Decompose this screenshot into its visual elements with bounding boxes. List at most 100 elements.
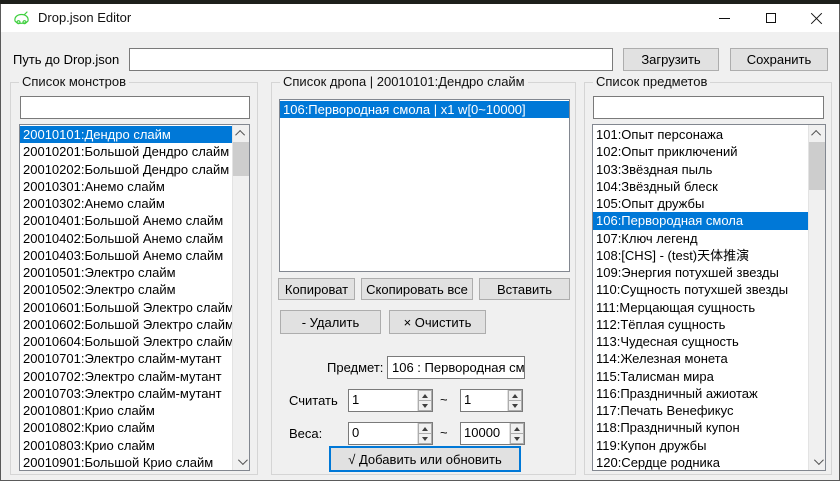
title-bar[interactable]: Drop.json Editor [1,4,839,32]
spin-up-icon[interactable] [510,423,524,434]
app-icon [13,10,30,27]
weight-max-stepper[interactable]: 10000 [460,422,525,445]
list-item[interactable]: 20010301:Анемо слайм [20,178,232,195]
list-item[interactable]: 20010703:Электро слайм-мутант [20,385,232,402]
list-item[interactable]: 20010101:Дендро слайм [20,126,232,143]
range-tilde: ~ [440,392,448,407]
load-button[interactable]: Загрузить [623,48,719,71]
close-button[interactable] [794,4,839,32]
list-item[interactable]: 20010803:Крио слайм [20,437,232,454]
range-tilde: ~ [440,425,448,440]
copy-all-button[interactable]: Скопировать все [361,278,473,300]
paste-button[interactable]: Вставить [479,278,570,300]
spin-down-icon[interactable] [510,434,524,444]
drops-group: Список дропа | 20010101:Дендро слайм 106… [271,82,576,475]
list-item[interactable]: 115:Талисман мира [593,368,808,385]
list-item[interactable]: 112:Тёплая сущность [593,316,808,333]
list-item[interactable]: 116:Праздничный ажиотаж [593,385,808,402]
list-item[interactable]: 110:Сущность потухшей звезды [593,281,808,298]
list-item[interactable]: 20010403:Большой Анемо слайм [20,247,232,264]
list-item[interactable]: 118:Праздничный купон [593,419,808,436]
maximize-button[interactable] [748,4,793,32]
scroll-down-icon[interactable] [809,453,826,470]
list-item[interactable]: 108:[CHS] - (test)天体推演 [593,247,808,264]
list-item[interactable]: 20010901:Большой Крио слайм [20,454,232,471]
item-field[interactable]: 106 : Первородная смола [387,356,525,379]
monsters-scrollbar[interactable] [232,125,249,470]
delete-button[interactable]: - Удалить [280,310,381,334]
drops-group-title: Список дропа | 20010101:Дендро слайм [280,74,528,89]
save-button[interactable]: Сохранить [730,48,828,71]
list-item[interactable]: 119:Купон дружбы [593,437,808,454]
items-search-input[interactable] [593,96,824,119]
list-item[interactable]: 106:Первородная смола | x1 w[0~10000] [280,101,569,118]
items-group: Список предметов 101:Опыт персонажа102:О… [584,82,832,475]
items-group-title: Список предметов [593,74,710,89]
list-item[interactable]: 114:Железная монета [593,350,808,367]
spin-down-icon[interactable] [418,434,432,444]
list-item[interactable]: 107:Ключ легенд [593,230,808,247]
path-input[interactable] [129,48,613,71]
add-or-update-button[interactable]: √ Добавить или обновить [329,446,521,472]
monsters-listbox[interactable]: 20010101:Дендро слайм20010201:Большой Де… [19,124,250,471]
list-item[interactable]: 20010201:Большой Дендро слайм [20,143,232,160]
spin-down-icon[interactable] [418,401,432,411]
path-label: Путь до Drop.json [13,52,119,67]
scrollbar-thumb[interactable] [233,142,250,176]
list-item[interactable]: 20010801:Крио слайм [20,402,232,419]
list-item[interactable]: 117:Печать Венефикус [593,402,808,419]
spin-down-icon[interactable] [508,401,522,411]
weight-max-value[interactable]: 10000 [461,423,509,444]
list-item[interactable]: 20010302:Анемо слайм [20,195,232,212]
list-item[interactable]: 106:Первородная смола [593,212,808,229]
scroll-down-icon[interactable] [233,453,250,470]
list-item[interactable]: 20010502:Электро слайм [20,281,232,298]
list-item[interactable]: 20010402:Большой Анемо слайм [20,230,232,247]
drops-listbox[interactable]: 106:Первородная смола | x1 w[0~10000] [279,99,570,272]
list-item[interactable]: 102:Опыт приключений [593,143,808,160]
app-window: Drop.json Editor Путь до Drop.json Загру… [0,0,840,481]
scrollbar-thumb[interactable] [809,142,826,190]
monsters-group-title: Список монстров [19,74,129,89]
items-listbox[interactable]: 101:Опыт персонажа102:Опыт приключений10… [592,124,826,471]
list-item[interactable]: 20010604:Большой Электро слайм [20,333,232,350]
count-min-value[interactable]: 1 [349,390,417,411]
clear-button[interactable]: × Очистить [389,310,486,334]
count-max-stepper[interactable]: 1 [460,389,523,412]
scroll-up-icon[interactable] [233,125,250,142]
list-item[interactable]: 120:Сердце родника [593,454,808,471]
list-item[interactable]: 20010802:Крио слайм [20,419,232,436]
list-item[interactable]: 20010501:Электро слайм [20,264,232,281]
weight-label: Веса: [289,426,322,441]
copy-button[interactable]: Копироват [278,278,355,300]
list-item[interactable]: 113:Чудесная сущность [593,333,808,350]
scroll-up-icon[interactable] [809,125,826,142]
count-min-stepper[interactable]: 1 [348,389,433,412]
list-item[interactable]: 20010601:Большой Электро слайм [20,299,232,316]
spin-up-icon[interactable] [418,423,432,434]
count-max-value[interactable]: 1 [461,390,507,411]
close-icon [810,12,823,25]
list-item[interactable]: 105:Опыт дружбы [593,195,808,212]
list-item[interactable]: 109:Энергия потухшей звезды [593,264,808,281]
list-item[interactable]: 111:Мерцающая сущность [593,299,808,316]
list-item[interactable]: 104:Звёздный блеск [593,178,808,195]
list-item[interactable]: 101:Опыт персонажа [593,126,808,143]
maximize-icon [766,13,776,23]
list-item[interactable]: 20010202:Большой Дендро слайм [20,161,232,178]
list-item[interactable]: 20010602:Большой Электро слайм [20,316,232,333]
monsters-search-input[interactable] [20,96,250,119]
list-item[interactable]: 103:Звёздная пыль [593,161,808,178]
spin-up-icon[interactable] [418,390,432,401]
window-title: Drop.json Editor [38,10,131,25]
count-label: Считать [289,393,338,408]
weight-min-value[interactable]: 0 [349,423,417,444]
minimize-icon [719,18,730,19]
minimize-button[interactable] [702,4,747,32]
spin-up-icon[interactable] [508,390,522,401]
weight-min-stepper[interactable]: 0 [348,422,433,445]
items-scrollbar[interactable] [808,125,825,470]
list-item[interactable]: 20010701:Электро слайм-мутант [20,350,232,367]
list-item[interactable]: 20010401:Большой Анемо слайм [20,212,232,229]
list-item[interactable]: 20010702:Электро слайм-мутант [20,368,232,385]
